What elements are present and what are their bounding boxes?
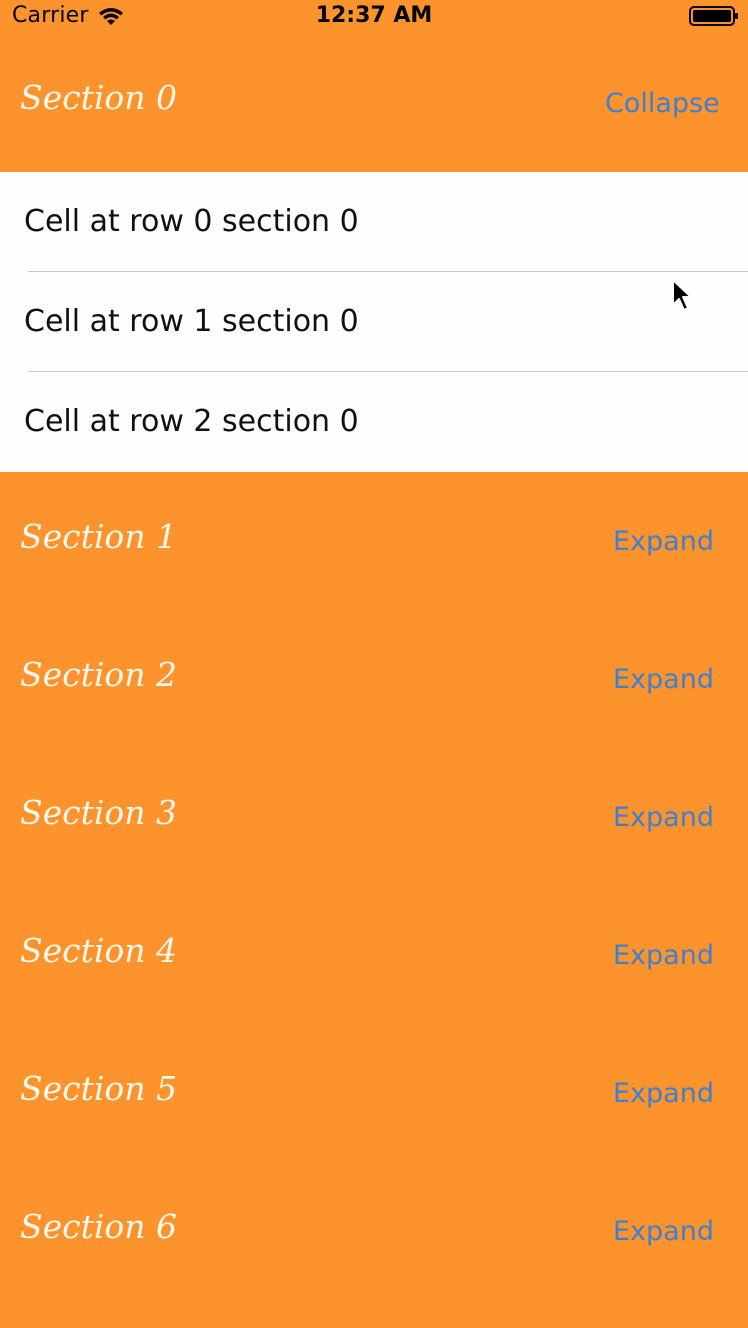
section-header-5[interactable]: Section 5 Expand (0, 1024, 748, 1162)
section-header-1[interactable]: Section 1 Expand (0, 472, 748, 610)
cell-label: Cell at row 0 section 0 (24, 204, 359, 239)
section-header-3[interactable]: Section 3 Expand (0, 748, 748, 886)
section-title: Section 3 (20, 793, 178, 832)
status-time: 12:37 AM (315, 3, 433, 28)
battery-icon (689, 6, 738, 26)
expand-button[interactable]: Expand (613, 525, 714, 559)
collapse-button[interactable]: Collapse (605, 87, 720, 121)
section-title: Section 6 (20, 1207, 178, 1246)
section-title: Section 5 (20, 1069, 178, 1108)
section-title: Section 2 (20, 655, 178, 694)
table-row[interactable]: Cell at row 0 section 0 (0, 172, 748, 272)
expand-button[interactable]: Expand (613, 939, 714, 973)
expand-button[interactable]: Expand (613, 663, 714, 697)
table-row[interactable]: Cell at row 2 section 0 (0, 372, 748, 472)
section-header-4[interactable]: Section 4 Expand (0, 886, 748, 1024)
expand-button[interactable]: Expand (613, 1215, 714, 1249)
section-title: Section 1 (20, 517, 178, 556)
section-header-0[interactable]: Section 0 Collapse (0, 40, 748, 172)
table-row[interactable]: Cell at row 1 section 0 (0, 272, 748, 372)
section-0-cells: Cell at row 0 section 0 Cell at row 1 se… (0, 172, 748, 472)
expand-button[interactable]: Expand (613, 1077, 714, 1111)
cell-label: Cell at row 2 section 0 (24, 404, 359, 439)
section-title: Section 0 (20, 78, 178, 117)
status-bar: Carrier 12:37 AM (0, 0, 748, 40)
mouse-cursor-icon (672, 279, 692, 311)
section-title: Section 4 (20, 931, 178, 970)
section-header-2[interactable]: Section 2 Expand (0, 610, 748, 748)
cell-label: Cell at row 1 section 0 (24, 304, 359, 339)
expand-button[interactable]: Expand (613, 801, 714, 835)
section-header-6[interactable]: Section 6 Expand (0, 1162, 748, 1328)
